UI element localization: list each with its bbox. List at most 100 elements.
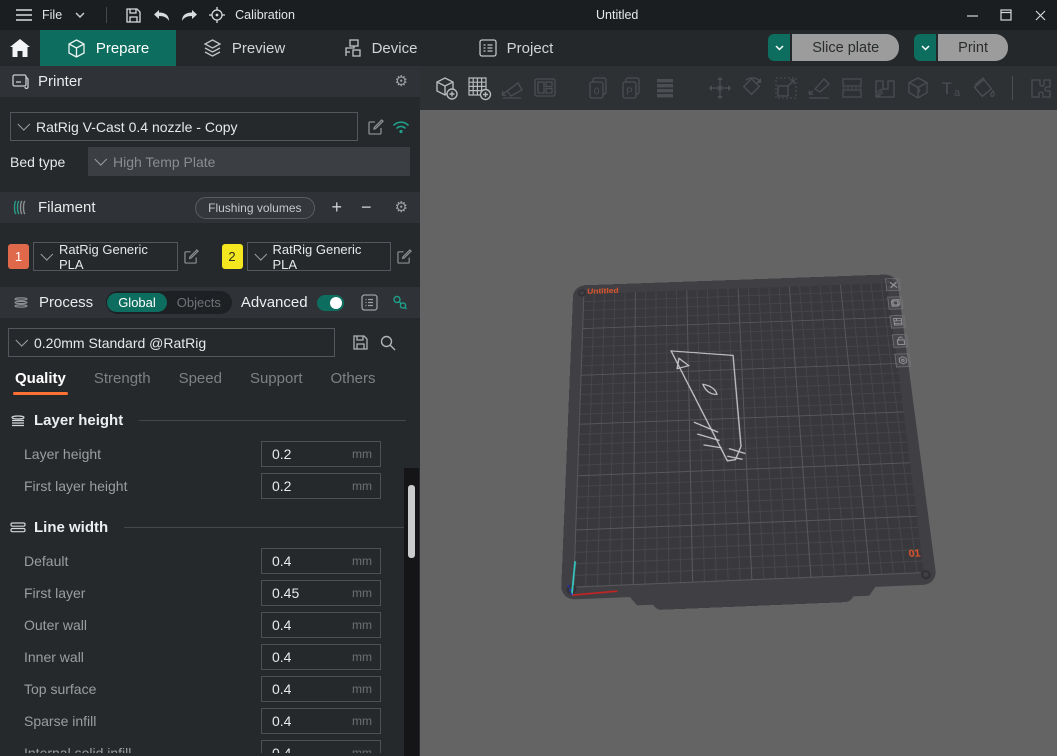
- svg-text:P: P: [626, 87, 633, 98]
- line-width-internal-solid-infill-input[interactable]: 0.4 mm: [261, 740, 381, 753]
- scope-global-option[interactable]: Global: [107, 293, 167, 312]
- flushing-volumes-button[interactable]: Flushing volumes: [195, 197, 314, 219]
- settings-list-icon[interactable]: [361, 294, 378, 311]
- tab-prepare[interactable]: Prepare: [40, 30, 176, 66]
- tab-speed[interactable]: Speed: [179, 370, 222, 395]
- plate-name-label[interactable]: Untitled: [587, 286, 619, 295]
- print-button[interactable]: Print: [938, 34, 1008, 61]
- file-menu-chevron-icon[interactable]: [70, 5, 90, 25]
- param-value: 0.4: [262, 553, 291, 569]
- tab-strength[interactable]: Strength: [94, 370, 151, 395]
- line-width-outer-wall-input[interactable]: 0.4 mm: [261, 612, 381, 638]
- print-dropdown-button[interactable]: [914, 34, 936, 61]
- redo-icon[interactable]: [179, 5, 199, 25]
- home-button[interactable]: [0, 30, 40, 66]
- param-value: 0.2: [262, 478, 291, 494]
- slice-dropdown-button[interactable]: [768, 34, 790, 61]
- print-split-button: Print: [914, 34, 1008, 61]
- first-layer-height-input[interactable]: 0.2 mm: [261, 473, 381, 499]
- lock-plate-icon[interactable]: [892, 334, 909, 348]
- advanced-toggle[interactable]: [317, 295, 344, 311]
- arrange-plate-icon[interactable]: [890, 315, 907, 329]
- add-filament-button[interactable]: +: [332, 197, 343, 218]
- tab-support[interactable]: Support: [250, 370, 303, 395]
- undo-icon[interactable]: [151, 5, 171, 25]
- add-plate-icon[interactable]: [462, 75, 495, 101]
- add-object-icon[interactable]: [429, 75, 462, 101]
- line-width-default-input[interactable]: 0.4 mm: [261, 548, 381, 574]
- line-width-first-layer-input[interactable]: 0.45 mm: [261, 580, 381, 606]
- filament-settings-gear-icon[interactable]: ⚙: [395, 200, 408, 215]
- plate-settings-icon[interactable]: [894, 353, 911, 367]
- tab-device[interactable]: Device: [312, 30, 448, 66]
- line-width-inner-wall-input[interactable]: 0.4 mm: [261, 644, 381, 670]
- text-shape-icon[interactable]: Ta: [935, 75, 968, 101]
- 3d-canvas[interactable]: Untitled 01: [420, 110, 1057, 756]
- assembly-view-icon[interactable]: [1024, 75, 1057, 101]
- split-to-objects-icon[interactable]: 0: [583, 75, 616, 101]
- filament-2-select[interactable]: RatRig Generic PLA: [247, 242, 392, 271]
- delete-plate-icon[interactable]: [885, 278, 901, 291]
- save-icon[interactable]: [123, 5, 143, 25]
- tab-quality[interactable]: Quality: [15, 370, 66, 395]
- lay-on-face-icon[interactable]: [803, 75, 836, 101]
- tab-preview[interactable]: Preview: [176, 30, 312, 66]
- auto-orient-icon[interactable]: [495, 75, 528, 101]
- scale-icon[interactable]: [770, 75, 803, 101]
- support-painting-icon[interactable]: [869, 75, 902, 101]
- edit-printer-preset-icon[interactable]: [368, 119, 384, 135]
- maximize-button[interactable]: [989, 0, 1023, 30]
- file-menu[interactable]: File: [42, 8, 62, 22]
- cut-icon[interactable]: [836, 75, 869, 101]
- layer-height-input[interactable]: 0.2 mm: [261, 441, 381, 467]
- duplicate-plate-icon[interactable]: [887, 296, 904, 309]
- sidebar-scrollbar[interactable]: [404, 468, 419, 756]
- printer-preset-select[interactable]: RatRig V-Cast 0.4 nozzle - Copy: [10, 112, 358, 141]
- search-settings-icon[interactable]: [380, 335, 396, 351]
- mesh-boolean-icon[interactable]: [902, 75, 935, 101]
- slice-plate-button[interactable]: Slice plate: [792, 34, 899, 61]
- build-plate[interactable]: Untitled 01: [561, 274, 938, 600]
- filament-2-badge[interactable]: 2: [222, 244, 243, 269]
- layer-height-section-header: Layer height: [0, 408, 420, 432]
- advanced-label: Advanced: [241, 294, 308, 311]
- arrange-icon[interactable]: [528, 75, 561, 101]
- settings-sidebar: Printer ⚙ RatRig V-Cast 0.4 nozzle - Cop…: [0, 66, 420, 756]
- variable-layer-height-icon[interactable]: [649, 75, 682, 101]
- tab-others[interactable]: Others: [331, 370, 376, 395]
- filament-1-select[interactable]: RatRig Generic PLA: [33, 242, 178, 271]
- close-button[interactable]: [1023, 0, 1057, 30]
- line-width-top-surface-input[interactable]: 0.4 mm: [261, 676, 381, 702]
- calibration-menu[interactable]: Calibration: [235, 8, 295, 22]
- rotate-icon[interactable]: [736, 75, 769, 101]
- printer-connection-wifi-icon[interactable]: [392, 120, 410, 134]
- minimize-button[interactable]: [955, 0, 989, 30]
- scrollbar-thumb[interactable]: [408, 485, 415, 558]
- compare-presets-icon[interactable]: [391, 294, 408, 311]
- param-value: 0.4: [262, 713, 291, 729]
- menu-hamburger-icon[interactable]: [14, 5, 34, 25]
- calibration-icon[interactable]: [207, 5, 227, 25]
- filament-1-badge[interactable]: 1: [8, 244, 29, 269]
- scope-objects-option[interactable]: Objects: [167, 293, 231, 312]
- plate-front-tab: [652, 586, 855, 611]
- filament-section-header: Filament Flushing volumes + − ⚙: [0, 192, 420, 223]
- printer-settings-gear-icon[interactable]: ⚙: [395, 74, 408, 89]
- edit-filament-2-icon[interactable]: [397, 249, 412, 264]
- tab-project[interactable]: Project: [448, 30, 584, 66]
- remove-filament-button[interactable]: −: [361, 197, 372, 218]
- bed-type-select[interactable]: High Temp Plate: [88, 147, 410, 176]
- save-preset-icon[interactable]: [353, 335, 368, 350]
- layer-height-section-title: Layer height: [34, 412, 123, 429]
- param-unit: mm: [352, 479, 380, 493]
- line-width-sparse-infill-input[interactable]: 0.4 mm: [261, 708, 381, 734]
- color-painting-icon[interactable]: [968, 75, 1001, 101]
- filament-1-value: RatRig Generic PLA: [59, 242, 168, 272]
- param-row: Top surface 0.4 mm: [0, 673, 420, 705]
- line-width-section-icon: [10, 521, 26, 533]
- process-preset-select[interactable]: 0.20mm Standard @RatRig: [8, 328, 335, 357]
- edit-filament-1-icon[interactable]: [184, 249, 199, 264]
- split-to-parts-icon[interactable]: P: [616, 75, 649, 101]
- move-icon[interactable]: [703, 75, 736, 101]
- section-divider: [124, 527, 406, 528]
